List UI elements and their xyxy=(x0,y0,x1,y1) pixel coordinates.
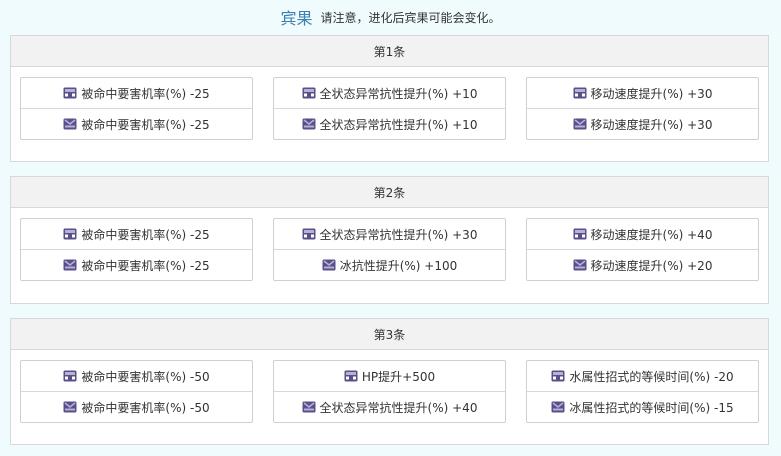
bonus-row: 全状态异常抗性提升(%) +10 xyxy=(274,78,505,108)
crate-closed-icon xyxy=(63,228,77,240)
bonus-row: 移动速度提升(%) +30 xyxy=(527,78,758,108)
page-header: 宾果 请注意，进化后宾果可能会变化。 xyxy=(0,0,781,34)
bonus-card: 移动速度提升(%) +30 移动速度提升(%) +30 xyxy=(526,77,759,140)
bonus-card: 全状态异常抗性提升(%) +10 全状态异常抗性提升(%) +10 xyxy=(273,77,506,140)
bonus-text: 全状态异常抗性提升(%) +10 xyxy=(319,86,478,101)
bonus-row: 被命中要害机率(%) -50 xyxy=(21,361,252,391)
bonus-row: 全状态异常抗性提升(%) +10 xyxy=(274,108,505,139)
bingo-page: 宾果 请注意，进化后宾果可能会变化。 第1条 被命中要害机率(%) -25 被命… xyxy=(0,0,781,456)
crate-open-icon xyxy=(63,401,77,413)
crate-closed-icon xyxy=(302,87,316,99)
bonus-row: 被命中要害机率(%) -50 xyxy=(21,391,252,422)
bonus-card: 水属性招式的等候时间(%) -20 冰属性招式的等候时间(%) -15 xyxy=(526,360,759,423)
bonus-card: 被命中要害机率(%) -25 被命中要害机率(%) -25 xyxy=(20,218,253,281)
crate-closed-icon xyxy=(63,370,77,382)
crate-open-icon xyxy=(63,118,77,130)
bonus-row: 移动速度提升(%) +20 xyxy=(527,249,758,280)
bonus-row: 被命中要害机率(%) -25 xyxy=(21,78,252,108)
bonus-text: 被命中要害机率(%) -25 xyxy=(81,258,210,273)
bonus-text: 被命中要害机率(%) -25 xyxy=(81,117,210,132)
section-title: 第1条 xyxy=(11,36,768,67)
crate-open-icon xyxy=(302,401,316,413)
bonus-text: 全状态异常抗性提升(%) +30 xyxy=(319,227,478,242)
bonus-row: 移动速度提升(%) +40 xyxy=(527,219,758,249)
bonus-row: 移动速度提升(%) +30 xyxy=(527,108,758,139)
bonus-text: 移动速度提升(%) +40 xyxy=(590,227,713,242)
bingo-line-1: 第1条 被命中要害机率(%) -25 被命中要害机率(%) -25 全状态异常抗… xyxy=(10,35,769,162)
bonus-card: HP提升+500 全状态异常抗性提升(%) +40 xyxy=(273,360,506,423)
bonus-card: 移动速度提升(%) +40 移动速度提升(%) +20 xyxy=(526,218,759,281)
bonus-text: 被命中要害机率(%) -25 xyxy=(81,86,210,101)
bonus-row: 全状态异常抗性提升(%) +30 xyxy=(274,219,505,249)
bonus-row: 被命中要害机率(%) -25 xyxy=(21,108,252,139)
crate-closed-icon xyxy=(344,370,358,382)
crate-closed-icon xyxy=(573,87,587,99)
bonus-text: 被命中要害机率(%) -25 xyxy=(81,227,210,242)
bonus-text: 移动速度提升(%) +30 xyxy=(590,117,713,132)
page-title: 宾果 xyxy=(280,9,313,28)
bonus-text: 被命中要害机率(%) -50 xyxy=(81,400,210,415)
bonus-row: 全状态异常抗性提升(%) +40 xyxy=(274,391,505,422)
section-title: 第3条 xyxy=(11,319,768,350)
bonus-row: 被命中要害机率(%) -25 xyxy=(21,219,252,249)
bonus-text: HP提升+500 xyxy=(361,369,436,384)
bonus-row: 被命中要害机率(%) -25 xyxy=(21,249,252,280)
bonus-card: 被命中要害机率(%) -50 被命中要害机率(%) -50 xyxy=(20,360,253,423)
bonus-row: 冰抗性提升(%) +100 xyxy=(274,249,505,280)
bonus-row: 冰属性招式的等候时间(%) -15 xyxy=(527,391,758,422)
bonus-text: 冰属性招式的等候时间(%) -15 xyxy=(569,400,734,415)
bonus-text: 移动速度提升(%) +20 xyxy=(590,258,713,273)
crate-closed-icon xyxy=(63,87,77,99)
bonus-row: 水属性招式的等候时间(%) -20 xyxy=(527,361,758,391)
bonus-row: HP提升+500 xyxy=(274,361,505,391)
crate-open-icon xyxy=(322,259,336,271)
bingo-line-2: 第2条 被命中要害机率(%) -25 被命中要害机率(%) -25 全状态异常抗… xyxy=(10,176,769,304)
bonus-text: 水属性招式的等候时间(%) -20 xyxy=(569,369,734,384)
crate-open-icon xyxy=(573,118,587,130)
evolution-notice: 请注意，进化后宾果可能会变化。 xyxy=(320,10,501,25)
bonus-text: 被命中要害机率(%) -50 xyxy=(81,369,210,384)
crate-open-icon xyxy=(63,259,77,271)
bonus-text: 移动速度提升(%) +30 xyxy=(590,86,713,101)
bingo-line-3: 第3条 被命中要害机率(%) -50 被命中要害机率(%) -50 HP提升+5… xyxy=(10,318,769,445)
crate-closed-icon xyxy=(302,228,316,240)
bonus-text: 全状态异常抗性提升(%) +10 xyxy=(319,117,478,132)
crate-open-icon xyxy=(551,401,565,413)
bonus-card: 被命中要害机率(%) -25 被命中要害机率(%) -25 xyxy=(20,77,253,140)
bonus-card: 全状态异常抗性提升(%) +30 冰抗性提升(%) +100 xyxy=(273,218,506,281)
crate-open-icon xyxy=(573,259,587,271)
crate-closed-icon xyxy=(551,370,565,382)
crate-closed-icon xyxy=(573,228,587,240)
crate-open-icon xyxy=(302,118,316,130)
section-title: 第2条 xyxy=(11,177,768,208)
bonus-text: 冰抗性提升(%) +100 xyxy=(339,258,458,273)
bonus-text: 全状态异常抗性提升(%) +40 xyxy=(319,400,478,415)
